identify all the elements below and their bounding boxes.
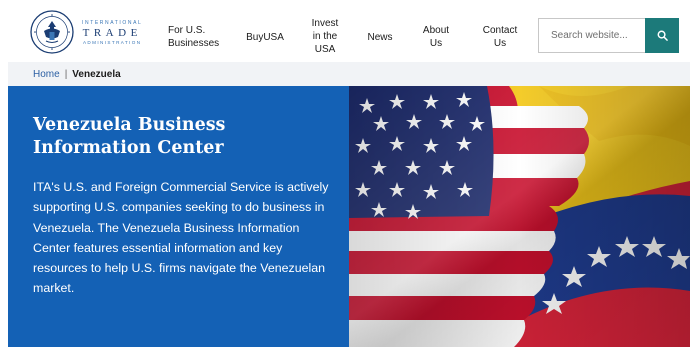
logo-line-administration: ADMINISTRATION	[82, 39, 142, 45]
search-input[interactable]	[538, 18, 646, 53]
nav-invest-in-the-usa[interactable]: Invest in the USA	[309, 17, 341, 56]
nav-for-us-businesses[interactable]: For U.S. Businesses	[168, 24, 220, 50]
search-icon	[657, 30, 668, 41]
logo-line-trade: TRADE	[82, 26, 142, 39]
site-header: INTERNATIONAL TRADE ADMINISTRATION For U…	[0, 0, 690, 62]
breadcrumb-separator: |	[64, 68, 68, 80]
breadcrumb-current: Venezuela	[72, 68, 121, 80]
nav-about-us[interactable]: About Us	[419, 24, 453, 50]
ita-logo[interactable]: INTERNATIONAL TRADE ADMINISTRATION	[30, 10, 150, 54]
breadcrumb: Home | Venezuela	[8, 62, 690, 86]
breadcrumb-home-link[interactable]: Home	[33, 69, 60, 80]
commerce-seal-icon	[30, 10, 74, 54]
nav-contact-us[interactable]: Contact Us	[479, 24, 521, 50]
flags-image	[349, 86, 690, 347]
hero-image	[349, 86, 690, 347]
nav-buyusa[interactable]: BuyUSA	[244, 31, 286, 44]
logo-wordmark: INTERNATIONAL TRADE ADMINISTRATION	[82, 20, 142, 45]
search-button[interactable]	[645, 18, 679, 53]
nav-news[interactable]: News	[364, 31, 396, 44]
page-title: Venezuela Business Information Center	[33, 115, 226, 158]
hero-description: ITA's U.S. and Foreign Commercial Servic…	[33, 180, 329, 296]
hero-panel: Venezuela Business Information Center IT…	[8, 86, 349, 347]
logo-line-international: INTERNATIONAL	[82, 19, 143, 26]
